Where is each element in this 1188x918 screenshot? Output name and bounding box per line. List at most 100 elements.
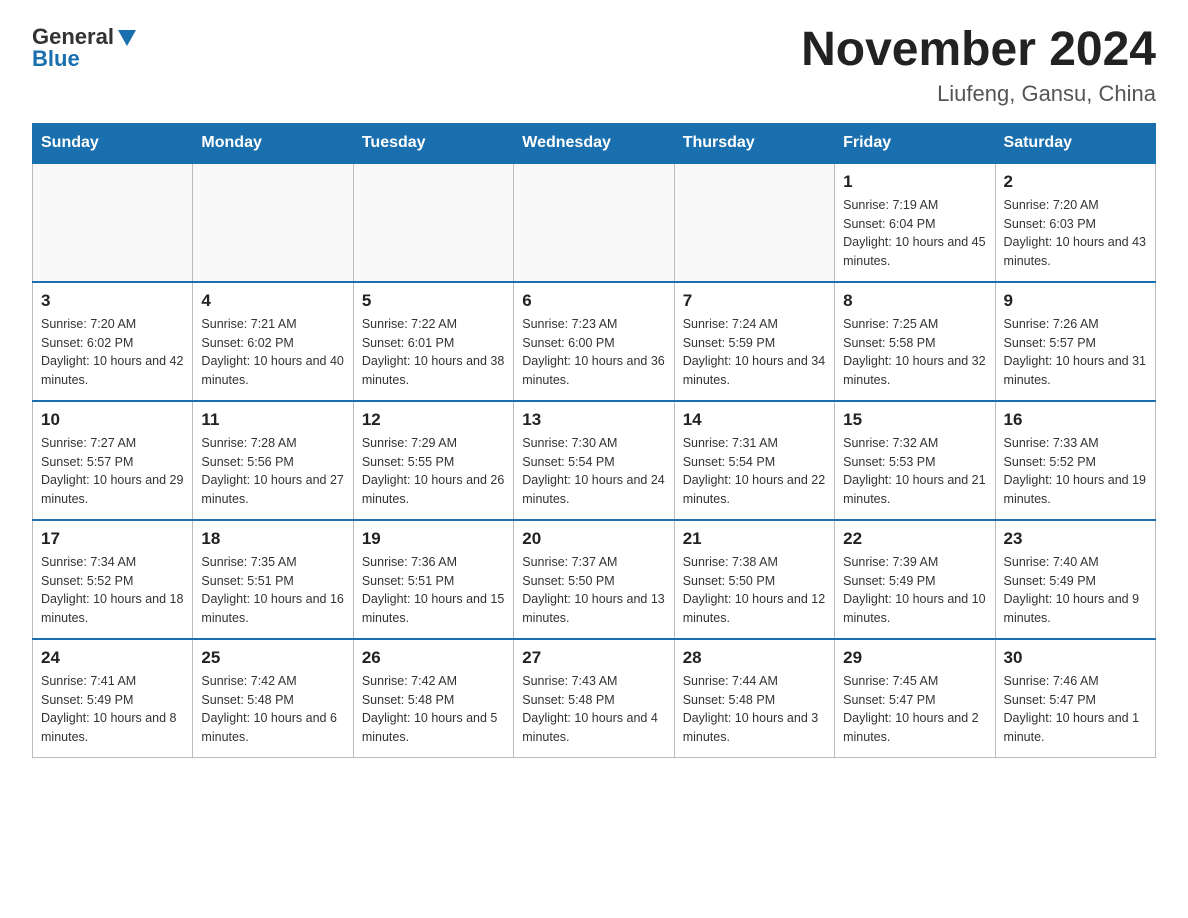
day-info: Sunrise: 7:19 AMSunset: 6:04 PMDaylight:…: [843, 196, 986, 271]
day-info: Sunrise: 7:34 AMSunset: 5:52 PMDaylight:…: [41, 553, 184, 628]
calendar-cell: [353, 163, 513, 282]
day-number: 15: [843, 410, 986, 430]
calendar-table: SundayMondayTuesdayWednesdayThursdayFrid…: [32, 123, 1156, 758]
weekday-header-monday: Monday: [193, 123, 353, 163]
calendar-cell: 16 Sunrise: 7:33 AMSunset: 5:52 PMDayligh…: [995, 401, 1155, 520]
weekday-header-sunday: Sunday: [33, 123, 193, 163]
week-row-4: 17 Sunrise: 7:34 AMSunset: 5:52 PMDayligh…: [33, 520, 1156, 639]
day-number: 21: [683, 529, 826, 549]
day-info: Sunrise: 7:24 AMSunset: 5:59 PMDaylight:…: [683, 315, 826, 390]
logo-blue: Blue: [32, 46, 80, 72]
calendar-cell: [33, 163, 193, 282]
calendar-cell: 29 Sunrise: 7:45 AMSunset: 5:47 PMDayligh…: [835, 639, 995, 758]
week-row-2: 3 Sunrise: 7:20 AMSunset: 6:02 PMDaylight…: [33, 282, 1156, 401]
day-number: 13: [522, 410, 665, 430]
title-area: November 2024 Liufeng, Gansu, China: [801, 24, 1156, 107]
day-info: Sunrise: 7:33 AMSunset: 5:52 PMDaylight:…: [1004, 434, 1147, 509]
calendar-cell: 2 Sunrise: 7:20 AMSunset: 6:03 PMDaylight…: [995, 163, 1155, 282]
calendar-cell: [193, 163, 353, 282]
calendar-cell: 18Sunrise: 7:35 AMSunset: 5:51 PMDayligh…: [193, 520, 353, 639]
day-number: 4: [201, 291, 344, 311]
day-number: 27: [522, 648, 665, 668]
calendar-cell: 1 Sunrise: 7:19 AMSunset: 6:04 PMDaylight…: [835, 163, 995, 282]
day-number: 2: [1004, 172, 1147, 192]
day-info: Sunrise: 7:28 AMSunset: 5:56 PMDaylight:…: [201, 434, 344, 509]
day-number: 8: [843, 291, 986, 311]
calendar-cell: 8 Sunrise: 7:25 AMSunset: 5:58 PMDaylight…: [835, 282, 995, 401]
calendar-cell: [674, 163, 834, 282]
day-number: 14: [683, 410, 826, 430]
day-info: Sunrise: 7:38 AMSunset: 5:50 PMDaylight:…: [683, 553, 826, 628]
day-info: Sunrise: 7:42 AMSunset: 5:48 PMDaylight:…: [201, 672, 344, 747]
day-number: 23: [1004, 529, 1147, 549]
week-row-3: 10 Sunrise: 7:27 AMSunset: 5:57 PMDayligh…: [33, 401, 1156, 520]
day-info: Sunrise: 7:45 AMSunset: 5:47 PMDaylight:…: [843, 672, 986, 747]
header: General Blue November 2024 Liufeng, Gans…: [32, 24, 1156, 107]
day-info: Sunrise: 7:27 AMSunset: 5:57 PMDaylight:…: [41, 434, 184, 509]
day-info: Sunrise: 7:39 AMSunset: 5:49 PMDaylight:…: [843, 553, 986, 628]
logo: General Blue: [32, 24, 138, 72]
day-info: Sunrise: 7:29 AMSunset: 5:55 PMDaylight:…: [362, 434, 505, 509]
weekday-header-tuesday: Tuesday: [353, 123, 513, 163]
day-number: 5: [362, 291, 505, 311]
day-info: Sunrise: 7:20 AMSunset: 6:03 PMDaylight:…: [1004, 196, 1147, 271]
day-number: 17: [41, 529, 184, 549]
calendar-cell: 10 Sunrise: 7:27 AMSunset: 5:57 PMDayligh…: [33, 401, 193, 520]
calendar-cell: 20 Sunrise: 7:37 AMSunset: 5:50 PMDayligh…: [514, 520, 674, 639]
calendar-cell: 23 Sunrise: 7:40 AMSunset: 5:49 PMDayligh…: [995, 520, 1155, 639]
weekday-header-friday: Friday: [835, 123, 995, 163]
day-number: 11: [201, 410, 344, 430]
calendar-cell: 13 Sunrise: 7:30 AMSunset: 5:54 PMDayligh…: [514, 401, 674, 520]
calendar-cell: 15Sunrise: 7:32 AMSunset: 5:53 PMDayligh…: [835, 401, 995, 520]
day-number: 12: [362, 410, 505, 430]
calendar-cell: 17 Sunrise: 7:34 AMSunset: 5:52 PMDayligh…: [33, 520, 193, 639]
month-title: November 2024: [801, 24, 1156, 77]
calendar-cell: 25Sunrise: 7:42 AMSunset: 5:48 PMDayligh…: [193, 639, 353, 758]
day-info: Sunrise: 7:42 AMSunset: 5:48 PMDaylight:…: [362, 672, 505, 747]
calendar-cell: 24Sunrise: 7:41 AMSunset: 5:49 PMDayligh…: [33, 639, 193, 758]
day-number: 28: [683, 648, 826, 668]
logo-triangle-icon: [116, 26, 138, 48]
day-info: Sunrise: 7:26 AMSunset: 5:57 PMDaylight:…: [1004, 315, 1147, 390]
day-info: Sunrise: 7:46 AMSunset: 5:47 PMDaylight:…: [1004, 672, 1147, 747]
day-info: Sunrise: 7:41 AMSunset: 5:49 PMDaylight:…: [41, 672, 184, 747]
day-number: 29: [843, 648, 986, 668]
calendar-cell: 12 Sunrise: 7:29 AMSunset: 5:55 PMDayligh…: [353, 401, 513, 520]
day-info: Sunrise: 7:37 AMSunset: 5:50 PMDaylight:…: [522, 553, 665, 628]
calendar-cell: 28 Sunrise: 7:44 AMSunset: 5:48 PMDayligh…: [674, 639, 834, 758]
calendar-cell: [514, 163, 674, 282]
day-number: 18: [201, 529, 344, 549]
day-number: 30: [1004, 648, 1147, 668]
day-info: Sunrise: 7:44 AMSunset: 5:48 PMDaylight:…: [683, 672, 826, 747]
day-number: 6: [522, 291, 665, 311]
day-number: 22: [843, 529, 986, 549]
calendar-cell: 11 Sunrise: 7:28 AMSunset: 5:56 PMDayligh…: [193, 401, 353, 520]
calendar-cell: 7 Sunrise: 7:24 AMSunset: 5:59 PMDaylight…: [674, 282, 834, 401]
weekday-header-row: SundayMondayTuesdayWednesdayThursdayFrid…: [33, 123, 1156, 163]
calendar-cell: 27 Sunrise: 7:43 AMSunset: 5:48 PMDayligh…: [514, 639, 674, 758]
calendar-cell: 30 Sunrise: 7:46 AMSunset: 5:47 PMDayligh…: [995, 639, 1155, 758]
day-number: 10: [41, 410, 184, 430]
weekday-header-thursday: Thursday: [674, 123, 834, 163]
day-number: 20: [522, 529, 665, 549]
day-number: 1: [843, 172, 986, 192]
day-info: Sunrise: 7:40 AMSunset: 5:49 PMDaylight:…: [1004, 553, 1147, 628]
location-title: Liufeng, Gansu, China: [801, 81, 1156, 107]
day-info: Sunrise: 7:20 AMSunset: 6:02 PMDaylight:…: [41, 315, 184, 390]
day-number: 16: [1004, 410, 1147, 430]
day-info: Sunrise: 7:21 AMSunset: 6:02 PMDaylight:…: [201, 315, 344, 390]
day-number: 7: [683, 291, 826, 311]
calendar-cell: 21 Sunrise: 7:38 AMSunset: 5:50 PMDayligh…: [674, 520, 834, 639]
day-info: Sunrise: 7:43 AMSunset: 5:48 PMDaylight:…: [522, 672, 665, 747]
weekday-header-wednesday: Wednesday: [514, 123, 674, 163]
weekday-header-saturday: Saturday: [995, 123, 1155, 163]
day-number: 9: [1004, 291, 1147, 311]
day-number: 19: [362, 529, 505, 549]
day-info: Sunrise: 7:30 AMSunset: 5:54 PMDaylight:…: [522, 434, 665, 509]
day-info: Sunrise: 7:31 AMSunset: 5:54 PMDaylight:…: [683, 434, 826, 509]
calendar-cell: 3 Sunrise: 7:20 AMSunset: 6:02 PMDaylight…: [33, 282, 193, 401]
day-number: 26: [362, 648, 505, 668]
day-number: 3: [41, 291, 184, 311]
day-info: Sunrise: 7:25 AMSunset: 5:58 PMDaylight:…: [843, 315, 986, 390]
calendar-cell: 26 Sunrise: 7:42 AMSunset: 5:48 PMDayligh…: [353, 639, 513, 758]
